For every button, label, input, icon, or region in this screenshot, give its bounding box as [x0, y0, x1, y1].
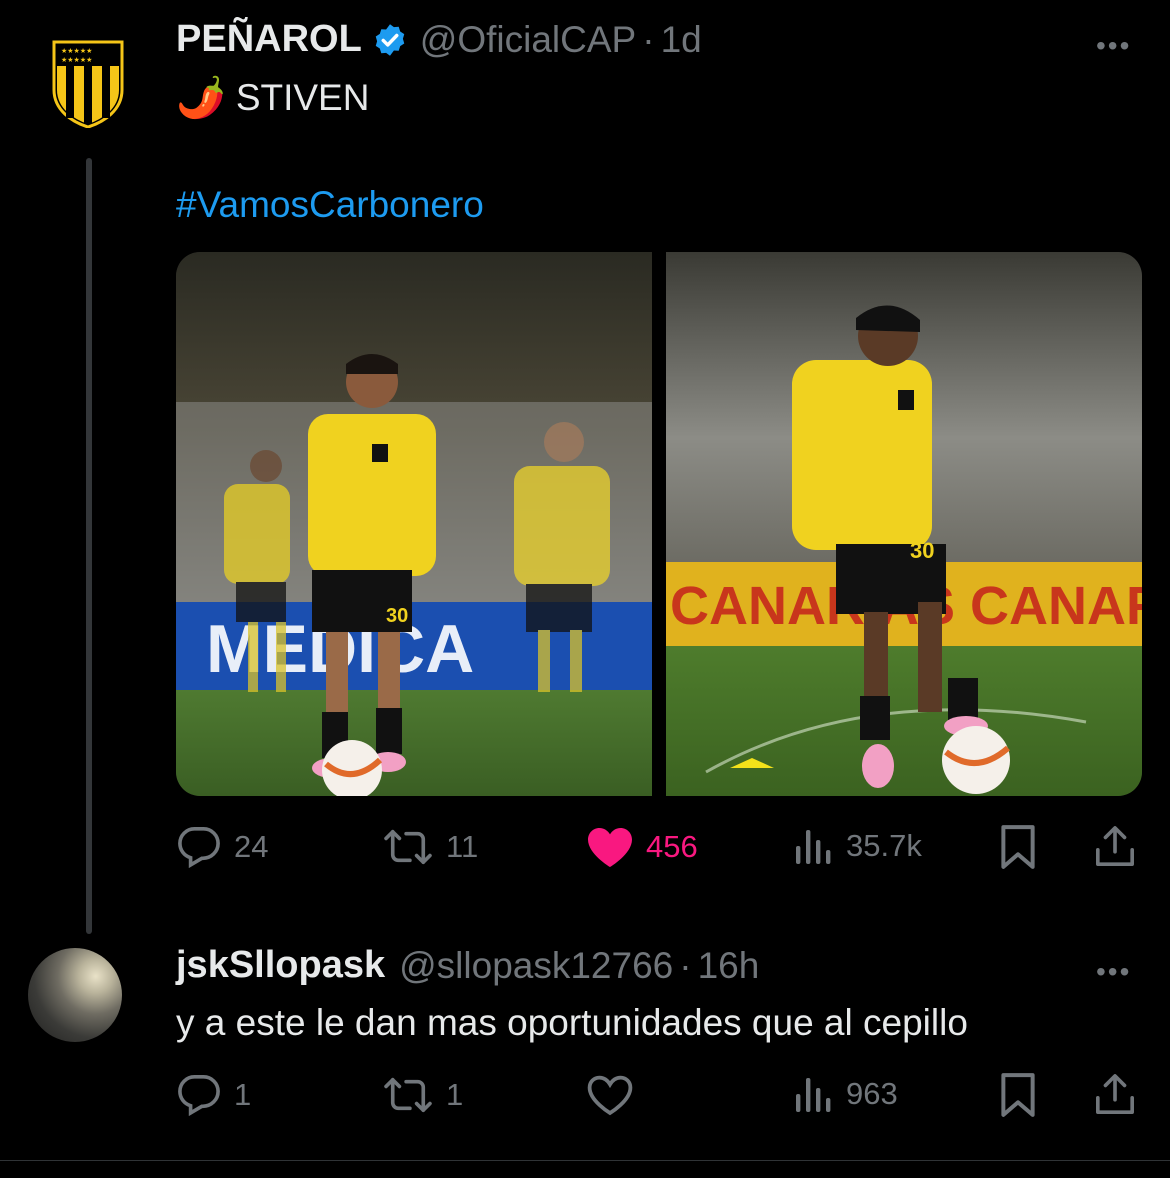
reply-views-count: 963	[846, 1076, 898, 1111]
reply-icon	[178, 827, 220, 868]
bookmark-button[interactable]	[998, 824, 1038, 870]
like-button[interactable]: 456	[586, 826, 698, 868]
reply-like-button[interactable]	[586, 1074, 634, 1116]
reply-time[interactable]: 16h	[698, 945, 760, 987]
share-icon	[1096, 1074, 1134, 1114]
tweet-media[interactable]: MEDICA	[176, 252, 1142, 796]
reply-count: 24	[234, 829, 269, 864]
share-button[interactable]	[1094, 824, 1136, 868]
reply-author-name[interactable]: jskSllopask	[176, 944, 385, 987]
reply-views-button[interactable]: 963	[794, 1074, 898, 1114]
reply-button[interactable]: 24	[176, 826, 268, 868]
heart-filled-icon	[588, 828, 632, 867]
chili-emoji: 🌶️	[176, 75, 226, 121]
retweet-icon	[384, 1077, 432, 1113]
reply-time-separator: ·	[679, 944, 692, 986]
avatar[interactable]: ★★★★★ ★★★★★	[52, 40, 124, 128]
reply-icon	[178, 1075, 220, 1116]
share-icon	[1096, 826, 1134, 866]
heart-outline-icon	[587, 1075, 633, 1116]
reply-bookmark-button[interactable]	[998, 1072, 1038, 1118]
more-options-icon[interactable]: •••	[1096, 30, 1131, 62]
media-divider	[652, 252, 666, 796]
retweet-icon	[384, 829, 432, 865]
reply-reply-button[interactable]: 1	[176, 1074, 251, 1116]
views-icon	[796, 830, 831, 864]
reply-share-button[interactable]	[1094, 1072, 1136, 1116]
reply-text: y a este le dan mas oportunidades que al…	[176, 1002, 968, 1043]
reply-more-options-icon[interactable]: •••	[1096, 956, 1131, 988]
media-photo-left[interactable]: MEDICA	[176, 252, 652, 796]
reply-reply-count: 1	[234, 1077, 252, 1112]
retweet-button[interactable]: 11	[382, 826, 478, 868]
author-handle[interactable]: @OficialCAP	[420, 19, 636, 61]
bookmark-icon	[1001, 1073, 1035, 1117]
hashtag-link[interactable]: #VamosCarbonero	[176, 184, 484, 226]
svg-text:★★★★★: ★★★★★	[61, 56, 92, 64]
reply-author-handle[interactable]: @sllopask12766	[399, 945, 673, 987]
like-count: 456	[646, 829, 698, 864]
avatar[interactable]	[28, 948, 122, 1042]
thread-line	[86, 158, 92, 934]
jersey-number-right: 30	[910, 538, 934, 563]
author-name[interactable]: PEÑAROL	[176, 18, 362, 61]
views-count: 35.7k	[846, 828, 922, 863]
media-photo-right[interactable]: CANARIAS CANAR 30	[666, 252, 1142, 796]
views-icon	[796, 1078, 831, 1112]
jersey-number-left: 30	[386, 605, 408, 627]
time-separator: ·	[642, 18, 655, 60]
verified-badge-icon	[375, 23, 405, 56]
retweet-count: 11	[446, 829, 479, 864]
reply-retweet-count: 1	[446, 1077, 464, 1112]
tweet-text-line1: STIVEN	[235, 76, 370, 118]
views-button[interactable]: 35.7k	[794, 826, 922, 866]
svg-text:★★★★★: ★★★★★	[61, 47, 92, 55]
reply-retweet-button[interactable]: 1	[382, 1074, 463, 1116]
tweet-time[interactable]: 1d	[661, 19, 702, 61]
bottom-divider	[0, 1160, 1170, 1161]
bookmark-icon	[1001, 825, 1035, 869]
